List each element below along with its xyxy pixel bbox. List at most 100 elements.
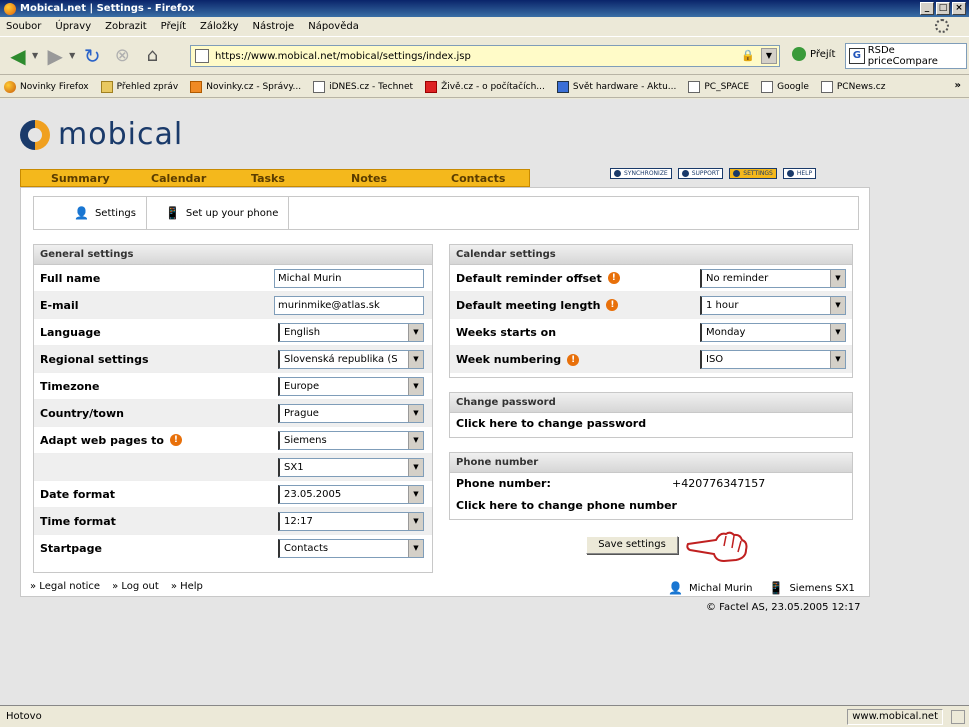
go-label: Přejít	[810, 48, 836, 60]
phone-number-title: Phone number	[450, 453, 852, 473]
tab-contacts[interactable]: Contacts	[421, 172, 521, 185]
bookmark-item[interactable]: Svět hardware - Aktu...	[556, 80, 676, 93]
week-start-row: Weeks starts on Monday	[450, 319, 852, 346]
bookmark-label: iDNES.cz - Technet	[329, 81, 414, 92]
go-icon	[792, 47, 806, 61]
go-button[interactable]: Přejít	[792, 47, 835, 61]
bookmark-item[interactable]: Novinky Firefox	[4, 80, 89, 93]
tab-notes[interactable]: Notes	[321, 172, 421, 185]
legal-notice-link[interactable]: Legal notice	[30, 581, 100, 592]
search-engine-icon: G	[849, 48, 865, 64]
chevron-down-icon[interactable]: ▼	[32, 51, 38, 60]
window-controls: _ □ ×	[920, 2, 966, 15]
status-bar: Hotovo www.mobical.net	[0, 705, 969, 727]
menu-go[interactable]: Přejít	[161, 21, 186, 32]
menu-view[interactable]: Zobrazit	[105, 21, 147, 32]
bookmark-label: Přehled zpráv	[116, 81, 179, 92]
address-url[interactable]: https://www.mobical.net/mobical/settings…	[215, 51, 471, 62]
mobical-logo[interactable]: mobical	[20, 117, 183, 152]
bookmark-item[interactable]: PC_SPACE	[688, 80, 749, 93]
info-icon[interactable]: !	[567, 353, 580, 366]
calendar-settings-group: Calendar settings Default reminder offse…	[449, 244, 853, 378]
time-format-select[interactable]: 12:17	[278, 511, 424, 531]
status-domain: www.mobical.net	[847, 709, 943, 725]
week-numbering-select[interactable]: ISO	[700, 350, 846, 369]
adapt-model-row: SX1	[34, 454, 432, 481]
user-icon: 👤	[74, 206, 89, 220]
settings-link[interactable]: SETTINGS	[729, 168, 777, 179]
save-settings-button[interactable]: Save settings	[586, 536, 678, 554]
subtab-setup-phone[interactable]: 📱 Set up your phone	[147, 197, 290, 229]
menu-edit[interactable]: Úpravy	[55, 21, 91, 32]
email-label: E-mail	[40, 298, 79, 312]
phone-icon: 📱	[768, 581, 784, 595]
logo-mark-icon	[20, 119, 50, 150]
meeting-length-select[interactable]: 1 hour	[700, 295, 846, 315]
startpage-select[interactable]: Contacts	[278, 539, 424, 558]
change-password-link[interactable]: Click here to change password	[450, 413, 852, 435]
logo-text: mobical	[58, 117, 184, 152]
info-icon[interactable]: !	[606, 299, 619, 311]
week-start-select[interactable]: Monday	[700, 322, 846, 342]
bookmark-item[interactable]: Přehled zpráv	[100, 80, 179, 93]
menu-tools[interactable]: Nástroje	[253, 21, 295, 32]
maximize-button[interactable]: □	[936, 2, 950, 15]
adapt-model-select[interactable]: SX1	[278, 457, 424, 477]
regional-select[interactable]: Slovenská republika (S	[278, 349, 424, 369]
tab-calendar[interactable]: Calendar	[121, 172, 221, 185]
bookmark-item[interactable]: Google	[761, 80, 809, 93]
main-tabs: Summary Calendar Tasks Notes Contacts	[20, 169, 530, 187]
page-content: mobical Summary Calendar Tasks Notes Con…	[0, 99, 969, 705]
search-box[interactable]: G RSDe priceCompare	[845, 43, 967, 69]
tab-summary[interactable]: Summary	[21, 172, 121, 185]
user-name: Michal Murin	[688, 582, 753, 594]
close-button[interactable]: ×	[952, 2, 966, 15]
user-info: 👤 Michal Murin 📱 Siemens SX1	[668, 581, 855, 595]
address-bar[interactable]: https://www.mobical.net/mobical/settings…	[190, 45, 780, 67]
reminder-label: Default reminder offset	[456, 271, 602, 285]
chevron-down-icon[interactable]: ▼	[761, 48, 777, 64]
stop-icon[interactable]: ⊗	[108, 42, 136, 70]
support-link[interactable]: SUPPORT	[677, 168, 724, 179]
timezone-select[interactable]: Europe	[278, 376, 424, 396]
link-label: HELP	[796, 170, 813, 177]
menu-help[interactable]: Nápověda	[308, 21, 359, 32]
bookmark-label: Novinky.cz - Správy...	[206, 81, 302, 92]
menu-file[interactable]: Soubor	[6, 21, 41, 32]
bookmark-item[interactable]: PCNews.cz	[820, 80, 885, 93]
help-footer-link[interactable]: Help	[171, 581, 203, 592]
language-select[interactable]: English	[278, 322, 424, 342]
bullet-icon	[733, 170, 741, 177]
adapt-brand-select[interactable]: Siemens	[278, 430, 424, 450]
menu-bookmarks[interactable]: Záložky	[200, 21, 238, 32]
date-format-select[interactable]: 23.05.2005	[278, 484, 424, 504]
home-icon[interactable]: ⌂	[138, 42, 166, 70]
chevron-down-icon[interactable]: ▼	[69, 51, 75, 60]
back-arrow-icon[interactable]: ◀	[4, 42, 32, 70]
change-phone-link[interactable]: Click here to change phone number	[450, 495, 852, 517]
reminder-select[interactable]: No reminder	[700, 268, 846, 288]
resize-grip-icon[interactable]	[951, 710, 965, 724]
bookmark-item[interactable]: iDNES.cz - Technet	[313, 80, 414, 93]
logout-link[interactable]: Log out	[112, 581, 158, 592]
week-numbering-row: Week numbering! ISO	[450, 346, 852, 373]
reload-icon[interactable]: ↻	[78, 42, 106, 70]
bookmark-item[interactable]: Novinky.cz - Správy...	[190, 80, 302, 93]
info-icon[interactable]: !	[169, 434, 182, 446]
email-input[interactable]: murinmike@atlas.sk	[274, 295, 424, 315]
bookmark-item[interactable]: Živě.cz - o počítačích...	[425, 80, 545, 93]
help-link[interactable]: HELP	[782, 168, 817, 179]
tab-tasks[interactable]: Tasks	[221, 172, 321, 185]
minimize-button[interactable]: _	[920, 2, 934, 15]
info-icon[interactable]: !	[607, 272, 620, 284]
full-name-input[interactable]: Michal Murin	[274, 268, 424, 288]
chevron-right-icon[interactable]: »	[955, 80, 961, 91]
synchronize-link[interactable]: SYNCHRONIZE	[610, 168, 672, 179]
meeting-label-wrap: Default meeting length!	[456, 299, 694, 312]
bookmark-label: Novinky Firefox	[20, 81, 89, 92]
week-numbering-label-wrap: Week numbering!	[456, 353, 694, 366]
startpage-row: Startpage Contacts	[34, 535, 432, 562]
country-select[interactable]: Prague	[278, 403, 424, 423]
subtab-settings[interactable]: 👤 Settings	[34, 197, 147, 229]
forward-arrow-icon[interactable]: ▶	[41, 42, 69, 70]
